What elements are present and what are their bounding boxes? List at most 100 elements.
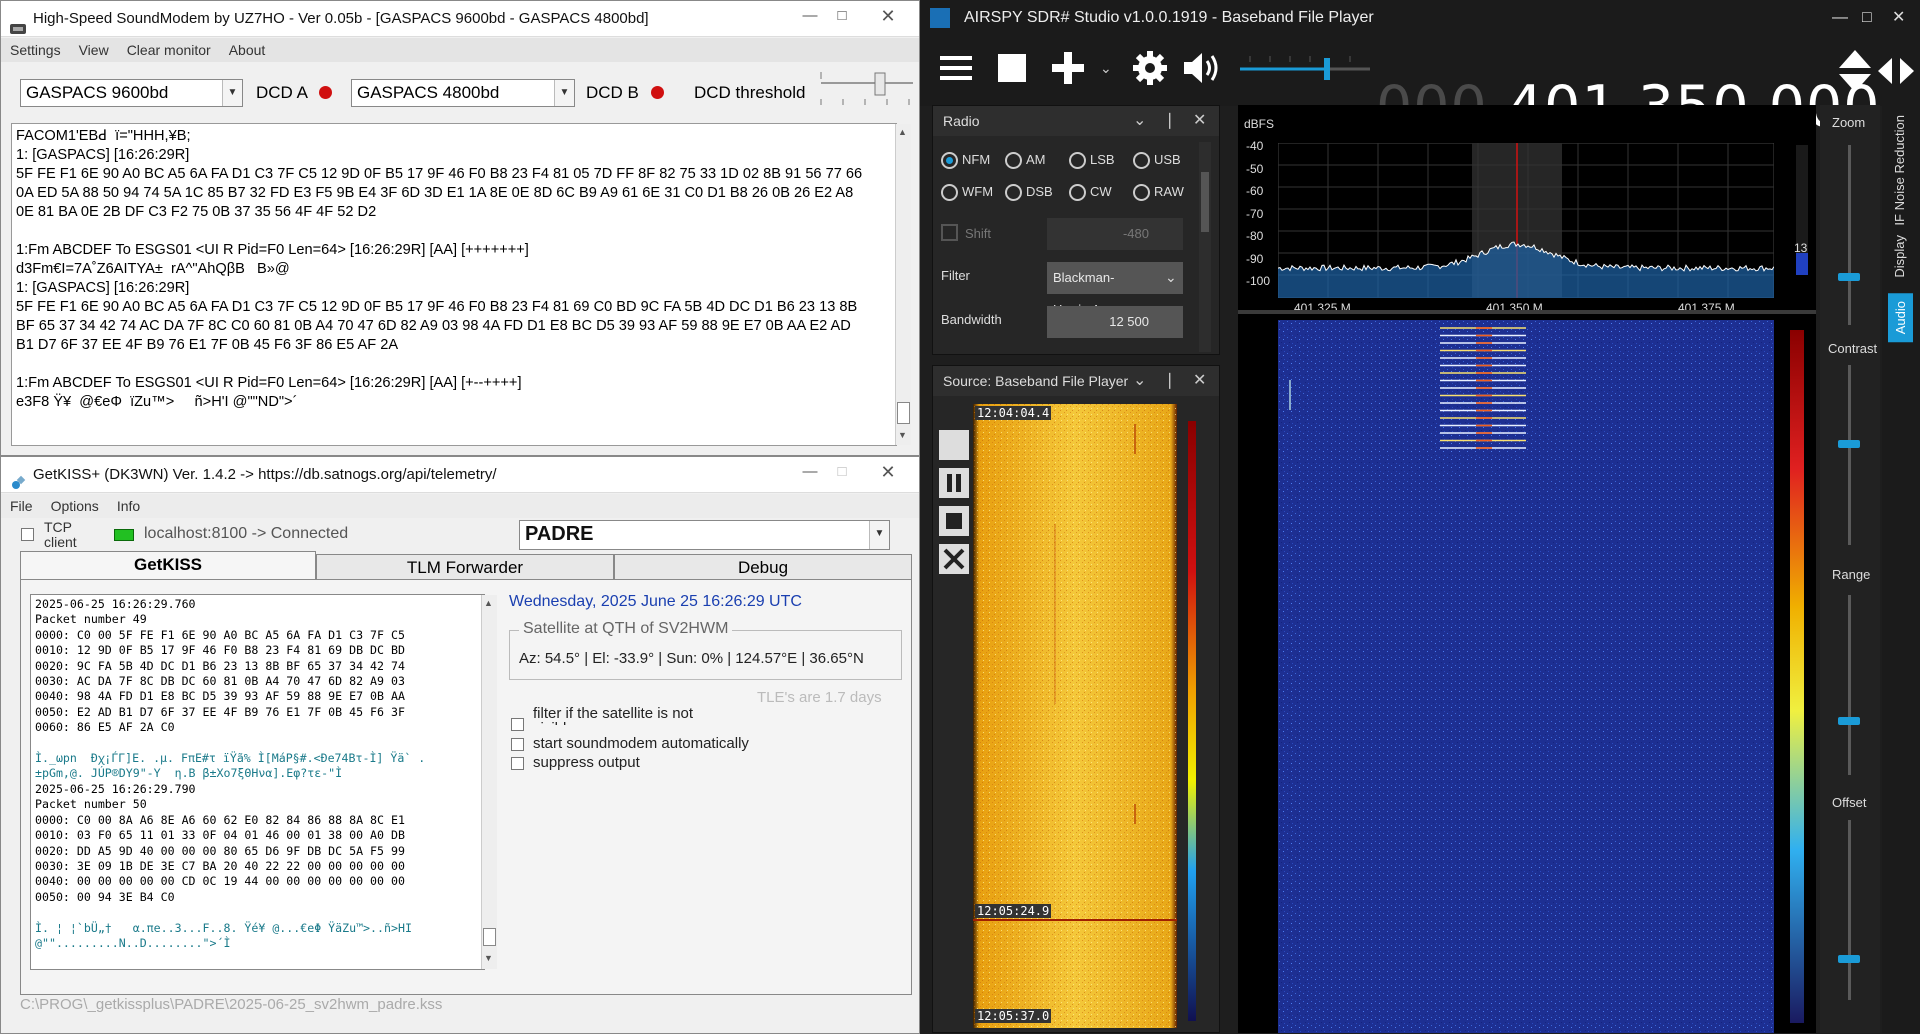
- modem-b-select[interactable]: GASPACS 4800bd ▼: [351, 79, 575, 107]
- level-meter: [1796, 145, 1808, 275]
- zoom-slider[interactable]: [1848, 145, 1851, 325]
- offset-slider[interactable]: [1848, 820, 1851, 1000]
- scroll-up-icon[interactable]: ▲: [484, 598, 493, 608]
- modem-a-select[interactable]: GASPACS 9600bd ▼: [20, 79, 243, 107]
- tools-icon[interactable]: [939, 544, 969, 574]
- source-panel-header: Source: Baseband File Player ⌄ ❘ ✕: [933, 366, 1219, 396]
- suppress-output-checkbox[interactable]: [511, 757, 524, 770]
- menu-view[interactable]: View: [70, 38, 118, 62]
- range-slider[interactable]: [1848, 595, 1851, 775]
- maximize-button[interactable]: □: [1862, 0, 1872, 36]
- filter-select[interactable]: Blackman-Harris 4: [1047, 262, 1183, 317]
- tcp-client-label: TCP client: [44, 520, 77, 548]
- bandwidth-label: Bandwidth: [941, 312, 1002, 327]
- monitor-scrollbar[interactable]: ▲ ▼: [895, 124, 911, 445]
- tab-display[interactable]: Display: [1892, 235, 1907, 278]
- tab-audio[interactable]: Audio: [1888, 293, 1913, 343]
- mode-usb[interactable]: USB: [1133, 152, 1181, 170]
- y-tick-label: -40: [1246, 139, 1264, 153]
- qth-group-title: Satellite at QTH of SV2HWM: [519, 620, 733, 638]
- close-button[interactable]: ✕: [869, 459, 907, 485]
- log-line: Packet number 50: [35, 797, 147, 812]
- scroll-thumb[interactable]: [897, 402, 910, 424]
- bandwidth-input[interactable]: 12 500: [1047, 306, 1183, 338]
- satellite-value: PADRE: [525, 523, 594, 545]
- stop-icon[interactable]: [998, 54, 1026, 82]
- main-waterfall[interactable]: [1278, 320, 1774, 1033]
- maximize-button[interactable]: □: [823, 3, 861, 29]
- mode-raw[interactable]: RAW: [1133, 184, 1184, 202]
- pin-icon[interactable]: ❘: [1163, 366, 1176, 396]
- shift-input[interactable]: -480: [1047, 218, 1183, 250]
- tcp-client-checkbox[interactable]: [21, 528, 34, 541]
- menu-clear-monitor[interactable]: Clear monitor: [118, 38, 220, 62]
- log-line: 0010: 12 9D 0F B5 17 9F 46 F0 B8 23 F4 8…: [35, 643, 405, 658]
- mode-am[interactable]: AM: [1005, 152, 1046, 170]
- close-button[interactable]: ✕: [1892, 0, 1905, 36]
- scroll-down-icon[interactable]: ▼: [898, 430, 907, 440]
- chevron-down-icon[interactable]: ⌄: [1133, 366, 1146, 396]
- contrast-slider[interactable]: [1848, 365, 1851, 545]
- menu-about[interactable]: About: [220, 38, 275, 62]
- minimize-button[interactable]: —: [1832, 0, 1848, 36]
- volume-slider[interactable]: [1240, 54, 1370, 84]
- menu-file[interactable]: File: [1, 494, 42, 518]
- soundmodem-titlebar: High-Speed SoundModem by UZ7HO - Ver 0.0…: [1, 1, 919, 37]
- start-soundmodem-checkbox[interactable]: [511, 738, 524, 751]
- open-file-icon[interactable]: [939, 430, 969, 460]
- satellite-select[interactable]: PADRE ▼: [519, 520, 890, 550]
- tab-tlm-forwarder[interactable]: TLM Forwarder: [316, 554, 614, 579]
- add-icon[interactable]: [1050, 50, 1086, 86]
- mode-dsb[interactable]: DSB: [1005, 184, 1053, 202]
- log-scrollbar[interactable]: ▲ ▼: [481, 595, 497, 969]
- monitor-textbox[interactable]: FACOM1'EBꓒ ï="HHH,¥B; 1: [GASPACS] [16:26…: [11, 123, 897, 446]
- close-button[interactable]: ✕: [869, 3, 907, 29]
- spectrum-plot[interactable]: [1277, 142, 1775, 299]
- mode-nfm[interactable]: NFM: [941, 152, 990, 170]
- offset-slider-thumb[interactable]: [1838, 955, 1860, 963]
- pause-icon[interactable]: [939, 468, 969, 498]
- shift-checkbox[interactable]: [941, 224, 958, 241]
- tab-if-noise-reduction[interactable]: IF Noise Reduction: [1892, 115, 1907, 226]
- speaker-icon[interactable]: [1182, 50, 1222, 86]
- splitter[interactable]: [1238, 310, 1816, 314]
- mode-wfm[interactable]: WFM: [941, 184, 993, 202]
- maximize-button[interactable]: □: [823, 459, 861, 485]
- close-icon[interactable]: ✕: [1193, 106, 1206, 136]
- mode-cw[interactable]: CW: [1069, 184, 1112, 202]
- radio-panel-header: Radio ⌄ ❘ ✕: [933, 106, 1219, 136]
- mode-lsb[interactable]: LSB: [1069, 152, 1115, 170]
- contrast-slider-thumb[interactable]: [1838, 440, 1860, 448]
- log-ascii-line: Ì._ωpn Ðꭓ¡ЃΓ]E. .μ. FπE#τ ïŸã% Ì[MáP§#.<…: [35, 751, 426, 766]
- menu-settings[interactable]: Settings: [1, 38, 70, 62]
- modem-a-value: GASPACS 9600bd: [26, 83, 169, 102]
- scroll-down-icon[interactable]: ▼: [484, 953, 493, 963]
- tune-step-icon[interactable]: [1835, 48, 1875, 94]
- pin-icon[interactable]: ❘: [1163, 106, 1176, 136]
- tab-getkiss[interactable]: GetKISS: [20, 551, 316, 579]
- menu-options[interactable]: Options: [42, 494, 108, 518]
- radio-panel-title: Radio: [943, 113, 980, 129]
- scroll-up-icon[interactable]: ▲: [898, 127, 907, 137]
- filter-visible-checkbox[interactable]: [511, 718, 524, 731]
- radio-panel-scrollbar[interactable]: [1199, 142, 1211, 352]
- log-line: 0000: C0 00 8A A6 8E A6 60 62 E0 82 84 8…: [35, 812, 405, 827]
- side-collapse-icon[interactable]: [1876, 54, 1916, 88]
- close-icon[interactable]: ✕: [1193, 366, 1206, 396]
- hamburger-menu-icon[interactable]: [940, 54, 972, 82]
- zoom-slider-thumb[interactable]: [1838, 273, 1860, 281]
- log-line: Packet number 49: [35, 612, 147, 627]
- menu-info[interactable]: Info: [108, 494, 149, 518]
- gear-icon[interactable]: [1132, 50, 1168, 86]
- tab-debug[interactable]: Debug: [614, 554, 912, 579]
- stop-icon[interactable]: [939, 506, 969, 536]
- range-slider-thumb[interactable]: [1838, 717, 1860, 725]
- dcd-a-label: DCD A: [256, 83, 308, 102]
- chevron-down-icon[interactable]: ⌄: [1100, 60, 1112, 77]
- scroll-thumb[interactable]: [483, 928, 496, 946]
- chevron-down-icon[interactable]: ⌄: [1133, 106, 1146, 136]
- utc-timestamp: Wednesday, 2025 June 25 16:26:29 UTC: [509, 593, 802, 610]
- packet-log[interactable]: 2025-06-25 16:26:29.760 Packet number 49 0…: [30, 594, 485, 970]
- log-ascii-line: ±pGm,@. ЈÚP®DY9"-Y η.B β±Xo7ξΘΗνα].Eφ?τε…: [35, 766, 343, 781]
- dcd-threshold-slider[interactable]: [819, 69, 915, 109]
